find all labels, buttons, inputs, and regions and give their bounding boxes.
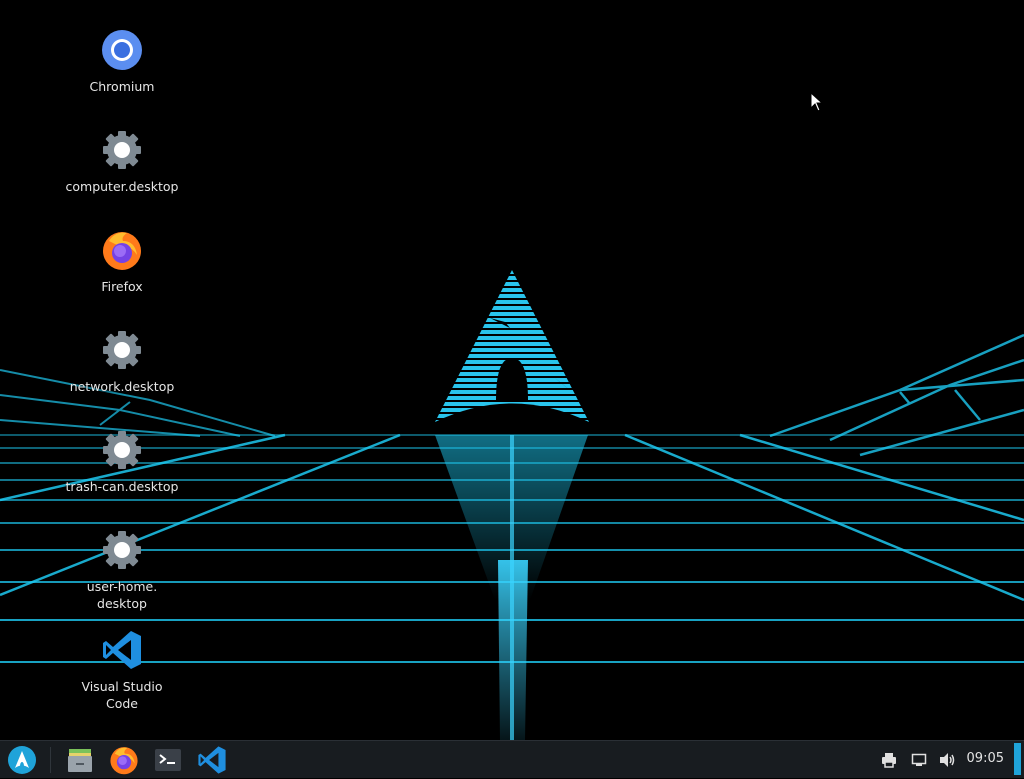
- mouse-cursor-icon: [810, 92, 824, 112]
- vscode-icon: [100, 628, 144, 672]
- desktop-icon-label: computer.desktop: [65, 179, 179, 194]
- desktop-icon-user-home[interactable]: user-home. desktop: [62, 528, 182, 612]
- gear-icon: [100, 428, 144, 472]
- desktop-icon-label: Chromium: [89, 79, 155, 94]
- firefox-icon: [100, 228, 144, 272]
- taskbar-firefox-button[interactable]: [106, 743, 142, 777]
- desktop-icon-firefox[interactable]: Firefox: [62, 228, 182, 295]
- files-icon: [68, 749, 92, 772]
- gear-icon: [100, 528, 144, 572]
- printer-icon: [882, 753, 896, 768]
- clock[interactable]: 09:05: [967, 741, 1004, 779]
- volume-tray-button[interactable]: [938, 750, 958, 770]
- gear-icon: [100, 328, 144, 372]
- volume-icon: [940, 753, 955, 767]
- chromium-icon: [100, 28, 144, 72]
- terminal-icon: [155, 749, 181, 771]
- firefox-icon: [110, 747, 138, 775]
- network-icon: [911, 753, 927, 766]
- taskbar-terminal-button[interactable]: [150, 743, 186, 777]
- desktop-icon-vscode[interactable]: Visual Studio Code: [62, 628, 182, 712]
- vscode-icon: [198, 746, 226, 774]
- desktop-icon-label: user-home. desktop: [86, 579, 158, 611]
- show-desktop-button[interactable]: [1014, 743, 1021, 775]
- taskbar-separator: [50, 747, 51, 773]
- taskbar-files-button[interactable]: [62, 743, 98, 777]
- desktop-icon-label: Firefox: [101, 279, 143, 294]
- desktop[interactable]: Chromium computer.desktop Firefox networ…: [0, 0, 1024, 740]
- desktop-icon-chromium[interactable]: Chromium: [62, 28, 182, 95]
- desktop-icon-network[interactable]: network.desktop: [62, 328, 182, 395]
- arch-launcher-icon: [8, 746, 36, 774]
- desktop-icon-computer[interactable]: computer.desktop: [62, 128, 182, 195]
- taskbar-vscode-button[interactable]: [194, 743, 230, 777]
- gear-icon: [100, 128, 144, 172]
- desktop-icon-label: network.desktop: [69, 379, 175, 394]
- taskbar: 09:05: [0, 740, 1024, 778]
- app-launcher-button[interactable]: [4, 743, 40, 777]
- desktop-icon-label: Visual Studio Code: [81, 679, 163, 711]
- network-tray-button[interactable]: [909, 750, 929, 770]
- printer-tray-button[interactable]: [879, 750, 899, 770]
- desktop-icon-label: trash-can.desktop: [65, 479, 179, 494]
- desktop-icon-trash-can[interactable]: trash-can.desktop: [62, 428, 182, 495]
